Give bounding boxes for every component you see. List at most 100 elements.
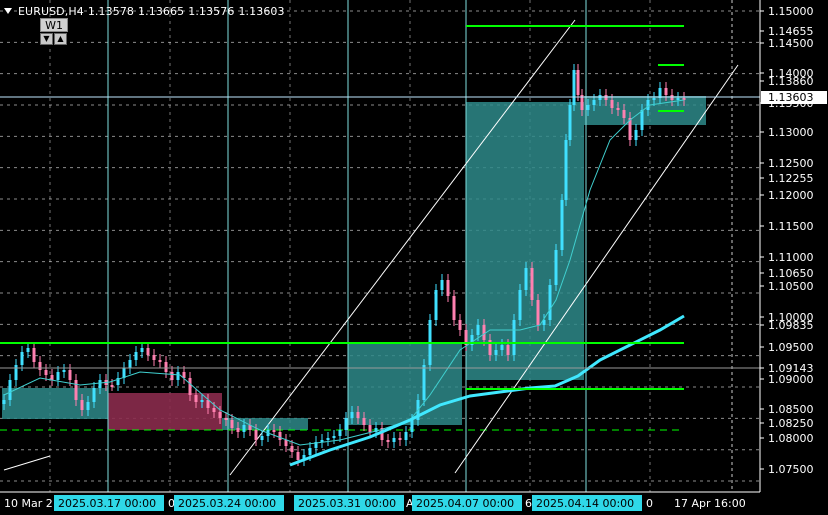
candle-body	[568, 105, 572, 140]
candle-body	[152, 355, 156, 360]
candle-body	[194, 395, 198, 402]
candle-body	[242, 425, 246, 432]
price-axis-label: 1.07500	[768, 463, 814, 476]
candle-body	[80, 400, 84, 410]
candle-body	[398, 438, 402, 440]
candle-body	[206, 400, 210, 408]
candle-body	[344, 418, 348, 430]
price-axis-label: 1.09835	[768, 319, 814, 332]
candle-body	[356, 412, 360, 418]
candle-body	[362, 418, 366, 425]
candle-body	[278, 432, 282, 440]
candle-body	[14, 365, 18, 380]
candle-body	[68, 370, 72, 380]
candle-body	[170, 372, 174, 380]
price-axis-label: 1.13860	[768, 75, 814, 88]
high-value: 1.13665	[138, 4, 185, 18]
candle-body	[236, 428, 240, 432]
candle-body	[188, 378, 192, 395]
chart-window[interactable]: 1.150001.146551.145001.140001.138601.135…	[0, 0, 828, 515]
candle-body	[308, 448, 312, 455]
candle-body	[176, 372, 180, 380]
candle-body	[652, 98, 656, 100]
price-axis-label: 1.10650	[768, 267, 814, 280]
candle-body	[592, 100, 596, 105]
candle-body	[548, 285, 552, 320]
candle-body	[518, 290, 522, 320]
candle-body	[392, 438, 396, 442]
candle-body	[494, 350, 498, 355]
period-label: W1	[40, 18, 68, 32]
candle-body	[664, 88, 668, 95]
candle-body	[616, 108, 620, 110]
candle-body	[476, 325, 480, 335]
chart-header: EURUSD,H4 1.13578 1.13665 1.13576 1.1360…	[4, 4, 285, 18]
candle-body	[500, 345, 504, 350]
candle-body	[622, 110, 626, 118]
current-price-label: 1.13603	[768, 91, 814, 104]
candle-body	[74, 380, 78, 400]
candle-body	[20, 352, 24, 365]
candle-body	[560, 200, 564, 250]
price-axis-label: 1.15000	[768, 5, 814, 18]
candle-body	[92, 388, 96, 402]
candle-body	[564, 140, 568, 200]
period-up-icon[interactable]: ▲	[54, 33, 67, 45]
candle-body	[512, 320, 516, 355]
candle-body	[530, 268, 534, 300]
candle-body	[158, 360, 162, 362]
candle-body	[44, 370, 48, 375]
candle-body	[458, 320, 462, 330]
period-down-icon[interactable]: ▼	[40, 33, 53, 45]
candle-body	[86, 402, 90, 410]
candle-body	[212, 408, 216, 412]
demand-zone	[2, 388, 108, 419]
candle-body	[8, 380, 12, 400]
candle-body	[230, 420, 234, 428]
demand-zone	[348, 343, 462, 425]
time-axis-label: 0	[168, 497, 175, 510]
period-badge[interactable]: W1 ▼ ▲	[40, 18, 68, 46]
supply-zone	[108, 393, 222, 430]
candle-body	[410, 420, 414, 432]
time-axis-label: 17 Apr 16:00	[674, 497, 746, 510]
candle-body	[404, 432, 408, 440]
candle-body	[62, 370, 66, 372]
time-tag-label: 2025.03.17 00:00	[58, 497, 156, 510]
candle-body	[572, 70, 576, 105]
candle-body	[224, 418, 228, 420]
candle-body	[386, 440, 390, 442]
price-chart[interactable]: 1.150001.146551.145001.140001.138601.135…	[0, 0, 828, 515]
time-axis-label: 6	[525, 497, 532, 510]
price-axis-label: 1.08000	[768, 432, 814, 445]
price-axis-label: 1.13000	[768, 126, 814, 139]
low-value: 1.13576	[188, 4, 235, 18]
price-axis-label: 1.11500	[768, 220, 814, 233]
time-tag-label: 2025.03.24 00:00	[178, 497, 276, 510]
candle-body	[98, 380, 102, 388]
candle-body	[350, 412, 354, 418]
candle-body	[422, 365, 426, 400]
candle-body	[434, 290, 438, 320]
candle-body	[646, 100, 650, 110]
candle-body	[326, 438, 330, 440]
price-axis-label: 1.08500	[768, 403, 814, 416]
candle-body	[576, 70, 580, 95]
candle-body	[32, 348, 36, 362]
candle-body	[284, 440, 288, 446]
candle-body	[640, 110, 644, 130]
collapse-triangle-icon[interactable]	[4, 8, 12, 14]
candle-body	[140, 348, 144, 352]
price-axis-label: 1.12000	[768, 189, 814, 202]
candle-body	[2, 400, 6, 404]
price-axis-label: 1.09500	[768, 341, 814, 354]
candle-body	[452, 296, 456, 320]
symbol-label: EURUSD,H4	[18, 4, 84, 18]
candle-body	[610, 100, 614, 108]
price-axis-label: 1.11000	[768, 251, 814, 264]
candle-body	[50, 375, 54, 380]
candle-body	[440, 280, 444, 290]
candle-body	[368, 425, 372, 432]
close-value: 1.13603	[238, 4, 285, 18]
demand-zone	[584, 96, 706, 125]
